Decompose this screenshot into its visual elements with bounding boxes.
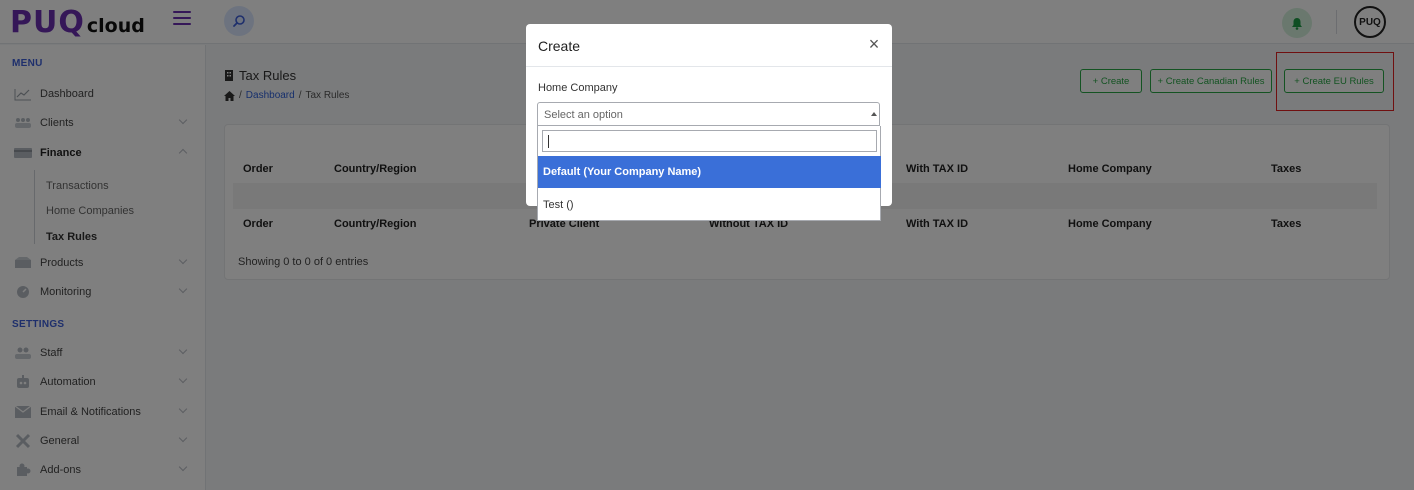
close-icon[interactable]: × (866, 35, 882, 53)
caret-up-icon (871, 112, 877, 116)
modal-divider (526, 66, 892, 67)
home-company-select[interactable]: Select an option (537, 102, 880, 126)
modal-title: Create (538, 38, 581, 54)
text-cursor (548, 135, 549, 148)
home-company-label: Home Company (538, 82, 618, 94)
home-company-dropdown: Default (Your Company Name) Test () (537, 126, 881, 221)
dropdown-search-input[interactable] (542, 130, 877, 152)
select-placeholder: Select an option (544, 109, 623, 121)
dropdown-option[interactable]: Test () (538, 189, 881, 221)
dropdown-option[interactable]: Default (Your Company Name) (538, 156, 881, 188)
